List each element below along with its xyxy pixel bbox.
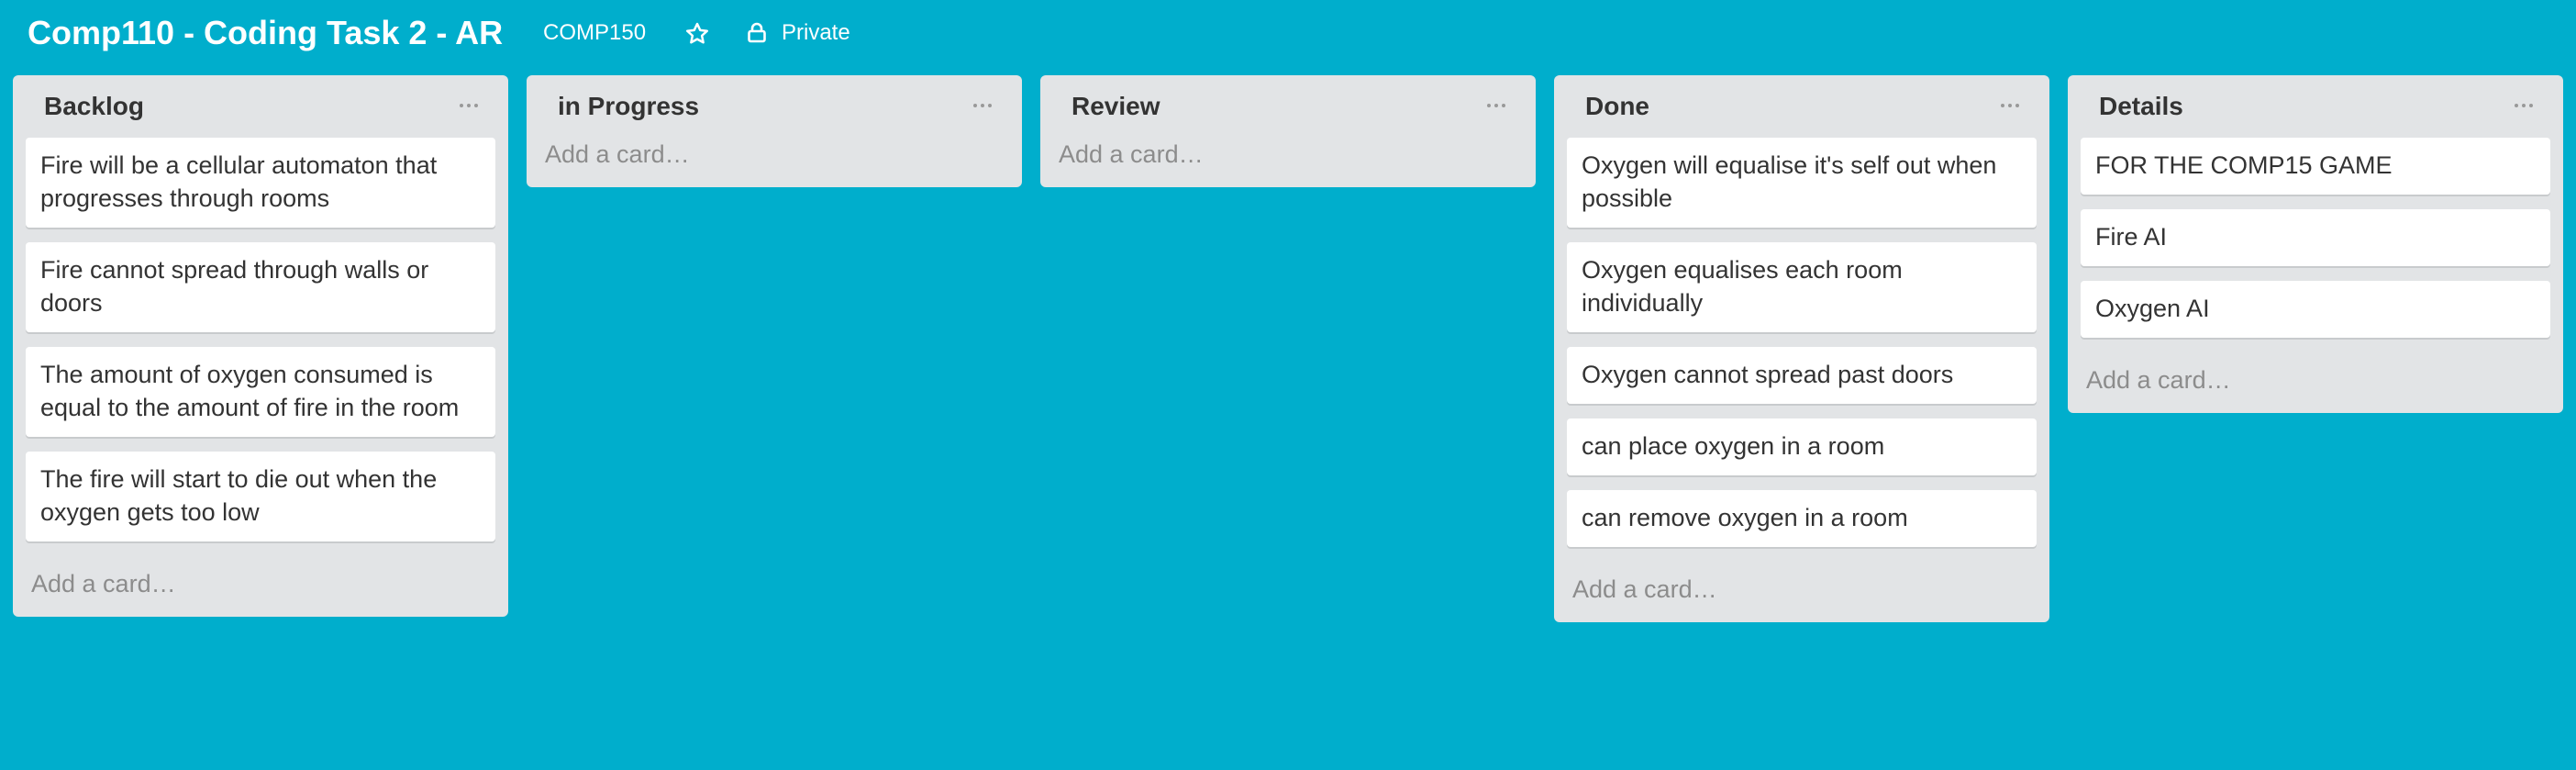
ellipsis-icon xyxy=(988,104,992,107)
org-button[interactable]: COMP150 xyxy=(543,19,646,47)
ellipsis-icon xyxy=(2529,104,2533,107)
lock-icon xyxy=(748,22,766,43)
list-menu-button[interactable] xyxy=(2510,92,2537,119)
privacy-button[interactable]: Private xyxy=(747,18,850,48)
board-header: Comp110 - Coding Task 2 - AR COMP150 Pri… xyxy=(0,0,2576,66)
ellipsis-icon xyxy=(981,104,984,107)
ellipsis-icon xyxy=(2522,104,2526,107)
card[interactable]: Fire AI xyxy=(2081,209,2550,266)
list-details: Details FOR THE COMP15 GAME Fire AI Oxyg… xyxy=(2068,75,2563,413)
card[interactable]: FOR THE COMP15 GAME xyxy=(2081,138,2550,195)
card[interactable]: Oxygen will equalise it's self out when … xyxy=(1567,138,2037,228)
list-title[interactable]: Backlog xyxy=(44,90,144,123)
card[interactable]: Oxygen equalises each room individually xyxy=(1567,242,2037,332)
ellipsis-icon xyxy=(467,104,471,107)
ellipsis-icon xyxy=(2015,104,2019,107)
ellipsis-icon xyxy=(1502,104,1505,107)
card[interactable]: Oxygen cannot spread past doors xyxy=(1567,347,2037,404)
ellipsis-icon xyxy=(1487,104,1491,107)
list-menu-button[interactable] xyxy=(455,92,483,119)
ellipsis-icon xyxy=(1494,104,1498,107)
add-card-button[interactable]: Add a card… xyxy=(1567,562,2037,622)
add-card-button[interactable]: Add a card… xyxy=(26,556,495,617)
card[interactable]: Oxygen AI xyxy=(2081,281,2550,338)
list-header: Review xyxy=(1053,75,1523,138)
add-card-button[interactable]: Add a card… xyxy=(2081,352,2550,413)
list-header: in Progress xyxy=(539,75,1009,138)
list-title[interactable]: Done xyxy=(1585,90,1649,123)
list-menu-button[interactable] xyxy=(1996,92,2024,119)
list-backlog: Backlog Fire will be a cellular automato… xyxy=(13,75,508,617)
ellipsis-icon xyxy=(460,104,463,107)
card[interactable]: can remove oxygen in a room xyxy=(1567,490,2037,547)
privacy-label: Private xyxy=(782,20,850,45)
list-title[interactable]: Review xyxy=(1071,90,1160,123)
list-menu-button[interactable] xyxy=(969,92,996,119)
list-header: Details xyxy=(2081,75,2550,138)
list-title[interactable]: in Progress xyxy=(558,90,699,123)
list-title[interactable]: Details xyxy=(2099,90,2183,123)
star-button[interactable] xyxy=(683,20,711,48)
add-card-button[interactable]: Add a card… xyxy=(539,138,1009,187)
list-header: Done xyxy=(1567,75,2037,138)
list-done: Done Oxygen will equalise it's self out … xyxy=(1554,75,2049,622)
ellipsis-icon xyxy=(2001,104,2004,107)
add-card-button[interactable]: Add a card… xyxy=(1053,138,1523,187)
ellipsis-icon xyxy=(2515,104,2518,107)
list-menu-button[interactable] xyxy=(1482,92,1510,119)
card[interactable]: The fire will start to die out when the … xyxy=(26,452,495,541)
ellipsis-icon xyxy=(2008,104,2012,107)
card[interactable]: Fire cannot spread through walls or door… xyxy=(26,242,495,332)
ellipsis-icon xyxy=(474,104,478,107)
card[interactable]: can place oxygen in a room xyxy=(1567,418,2037,475)
card[interactable]: The amount of oxygen consumed is equal t… xyxy=(26,347,495,437)
list-review: Review Add a card… xyxy=(1040,75,1536,187)
star-icon xyxy=(686,22,708,44)
list-header: Backlog xyxy=(26,75,495,138)
card[interactable]: Fire will be a cellular automaton that p… xyxy=(26,138,495,228)
list-in-progress: in Progress Add a card… xyxy=(527,75,1022,187)
ellipsis-icon xyxy=(973,104,977,107)
board-title[interactable]: Comp110 - Coding Task 2 - AR xyxy=(28,13,503,53)
